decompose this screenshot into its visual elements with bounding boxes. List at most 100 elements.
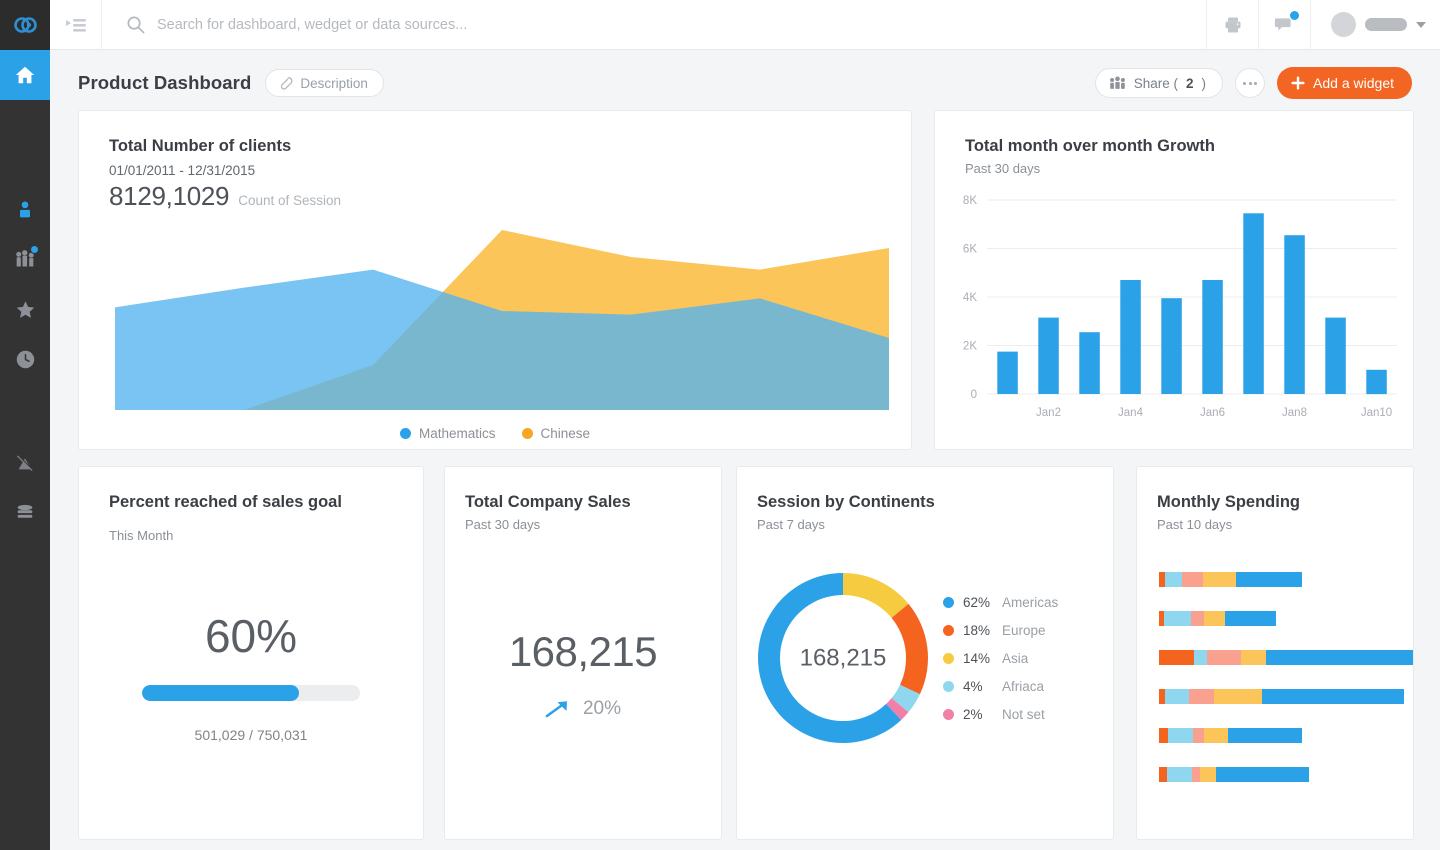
spending-segment: [1159, 767, 1167, 782]
pie-legend-label: Americas: [1002, 595, 1058, 610]
bar[interactable]: [1161, 298, 1182, 394]
search-input[interactable]: [157, 10, 1206, 40]
bar[interactable]: [1243, 213, 1264, 394]
spending-segment: [1266, 650, 1413, 665]
bar[interactable]: [1366, 370, 1387, 394]
clients-kpi: 8129,1029 Count of Session: [109, 181, 881, 212]
user-menu[interactable]: [1310, 0, 1440, 50]
y-tick-label: 8K: [963, 195, 977, 207]
x-tick-label: Jan6: [1200, 407, 1225, 419]
sidebar-item-connections[interactable]: [0, 438, 50, 488]
donut-slice-europe[interactable]: [892, 604, 928, 694]
donut-slice-asia[interactable]: [843, 573, 908, 618]
bar[interactable]: [1325, 318, 1346, 394]
share-label: Share (: [1134, 76, 1178, 91]
spending-segment: [1236, 572, 1302, 587]
clients-legend: Mathematics Chinese: [79, 426, 911, 441]
growth-subtitle: Past 30 days: [965, 161, 1383, 176]
reports-button[interactable]: [1206, 0, 1258, 50]
messages-badge: [1290, 11, 1299, 20]
page-title: Product Dashboard: [78, 72, 251, 94]
spending-row[interactable]: [1159, 767, 1413, 782]
spending-segment: [1164, 611, 1192, 626]
pie-legend-item-not-set[interactable]: 2% Not set: [943, 707, 1058, 722]
goal-numbers: 501,029 / 750,031: [79, 727, 423, 743]
pie-legend-item-afriaca[interactable]: 4% Afriaca: [943, 679, 1058, 694]
app-logo[interactable]: [0, 0, 50, 50]
tag-icon: [278, 76, 293, 91]
sidebar-item-recent[interactable]: [0, 334, 50, 384]
pie-legend-dot: [943, 597, 954, 608]
legend-dot-mathematics: [400, 428, 411, 439]
spending-segment: [1204, 611, 1225, 626]
bar[interactable]: [1038, 318, 1059, 394]
bar[interactable]: [1284, 235, 1305, 394]
pie-legend-percent: 4%: [963, 679, 993, 694]
sidebar-item-data-sources[interactable]: [0, 488, 50, 538]
spending-segment: [1200, 767, 1216, 782]
spending-row[interactable]: [1159, 728, 1413, 743]
more-options-button[interactable]: [1235, 68, 1265, 98]
clock-icon: [15, 349, 36, 370]
pie-legend-item-asia[interactable]: 14% Asia: [943, 651, 1058, 666]
sidebar-item-teams[interactable]: [0, 234, 50, 284]
avatar: [1331, 12, 1356, 37]
growth-title: Total month over month Growth: [965, 137, 1383, 156]
pie-legend-item-americas[interactable]: 62% Americas: [943, 595, 1058, 610]
search-bar[interactable]: [102, 0, 1206, 50]
database-icon: [14, 502, 36, 524]
y-tick-label: 4K: [963, 292, 977, 304]
y-tick-label: 0: [971, 389, 977, 401]
spending-segment: [1165, 689, 1189, 704]
continents-body: 168,215 62% Americas 18% Europe 14% Asia…: [737, 566, 1113, 750]
widget-monthly-spending: Monthly Spending Past 10 days: [1136, 466, 1414, 840]
spending-segment: [1214, 689, 1261, 704]
sidebar-item-profile[interactable]: [0, 184, 50, 234]
messages-button[interactable]: [1258, 0, 1310, 50]
spending-row[interactable]: [1159, 611, 1413, 626]
spending-segment: [1228, 728, 1302, 743]
spending-row[interactable]: [1159, 689, 1413, 704]
description-button[interactable]: Description: [265, 69, 384, 97]
legend-item-mathematics[interactable]: Mathematics: [400, 426, 496, 441]
y-tick-label: 6K: [963, 244, 977, 256]
clients-date-range: 01/01/2011 - 12/31/2015: [109, 163, 881, 178]
legend-item-chinese[interactable]: Chinese: [522, 426, 591, 441]
sales-body: 168,215 20%: [445, 628, 721, 720]
widget-session-by-continents: Session by Continents Past 7 days 168,21…: [736, 466, 1114, 840]
pie-legend-item-europe[interactable]: 18% Europe: [943, 623, 1058, 638]
spending-bars: [1137, 572, 1413, 782]
bar[interactable]: [1120, 280, 1141, 394]
share-button[interactable]: Share ( 2 ): [1095, 68, 1223, 98]
share-label-end: ): [1202, 76, 1207, 91]
goal-body: 60% 501,029 / 750,031: [79, 609, 423, 743]
person-icon: [15, 199, 35, 219]
clients-area-chart: [79, 224, 912, 414]
list-toggle-icon: [66, 17, 86, 33]
bar[interactable]: [997, 352, 1018, 394]
clients-title: Total Number of clients: [109, 137, 881, 156]
plus-icon: [1291, 76, 1305, 90]
pie-legend-dot: [943, 681, 954, 692]
pie-legend-percent: 18%: [963, 623, 993, 638]
chevron-down-icon: [1416, 22, 1426, 28]
spending-segment: [1204, 728, 1228, 743]
sidebar-item-favorites[interactable]: [0, 284, 50, 334]
bar[interactable]: [1079, 332, 1100, 394]
goal-progress-track: [142, 685, 360, 701]
x-tick-label: Jan4: [1118, 407, 1144, 419]
goal-title: Percent reached of sales goal: [109, 493, 393, 512]
user-name-placeholder: [1365, 18, 1407, 31]
bar[interactable]: [1202, 280, 1223, 394]
sidebar-item-home[interactable]: [0, 50, 50, 100]
sidebar-toggle-button[interactable]: [50, 0, 102, 50]
dashboard-app: Product Dashboard Description Share ( 2 …: [0, 0, 1440, 850]
spending-subtitle: Past 10 days: [1157, 517, 1383, 532]
y-tick-label: 2K: [963, 341, 977, 353]
add-widget-button[interactable]: Add a widget: [1277, 67, 1412, 99]
spending-row[interactable]: [1159, 572, 1413, 587]
spending-row[interactable]: [1159, 650, 1413, 665]
pie-legend-dot: [943, 625, 954, 636]
continents-header: Session by Continents Past 7 days: [737, 467, 1113, 532]
spending-segment: [1216, 767, 1309, 782]
